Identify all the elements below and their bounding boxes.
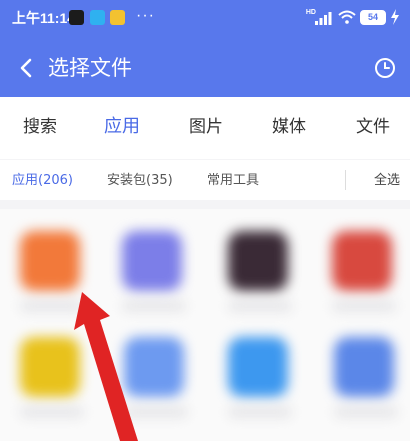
app-icon[interactable] [20,231,80,291]
wifi-icon [338,10,356,24]
title-bar: 选择文件 [0,44,410,92]
page-title: 选择文件 [48,56,132,80]
more-notifications-icon: ··· [136,7,155,24]
tab-media[interactable]: 媒体 [272,115,306,139]
app-icon[interactable] [334,337,394,397]
status-right-group: HD 54 [280,9,400,27]
tab-images[interactable]: 图片 [189,115,223,139]
app-label [228,301,292,311]
app-header: 上午11:14 ··· HD 54 选择文件 [0,0,410,97]
app-icon[interactable] [124,337,184,397]
subtab-common-tools[interactable]: 常用工具 [207,172,259,190]
back-arrow-icon[interactable] [16,56,38,80]
app-grid [0,209,410,441]
tab-files[interactable]: 文件 [356,115,390,139]
battery-icon: 54 [360,10,386,25]
select-all-button[interactable]: 全选 [374,172,400,190]
app-label [332,301,396,311]
tab-search[interactable]: 搜索 [23,115,57,139]
app-icon[interactable] [228,231,288,291]
status-time: 上午11:14 [12,10,76,26]
charging-icon [391,9,399,25]
notification-app-icon [69,10,84,25]
divider [345,170,346,190]
notification-app-icon [110,10,125,25]
app-label [122,301,186,311]
signal-icon [315,12,332,25]
tab-apps[interactable]: 应用 [104,115,140,139]
app-icon[interactable] [332,231,392,291]
category-tabs: 搜索 应用 图片 媒体 文件 [0,97,410,159]
subtab-installed-apps[interactable]: 应用(206) [12,172,73,190]
history-clock-icon[interactable] [374,57,396,79]
app-icon[interactable] [228,337,288,397]
app-label [20,407,84,417]
app-label [124,407,188,417]
notification-app-icon [90,10,105,25]
app-label [20,301,84,311]
app-label [228,407,292,417]
app-icon[interactable] [122,231,182,291]
app-label [334,407,398,417]
app-icon[interactable] [20,337,80,397]
status-bar: 上午11:14 ··· HD 54 [0,0,410,36]
subtab-install-packages[interactable]: 安装包(35) [107,172,173,190]
sub-tabs: 应用(206) 安装包(35) 常用工具 全选 [0,160,410,200]
